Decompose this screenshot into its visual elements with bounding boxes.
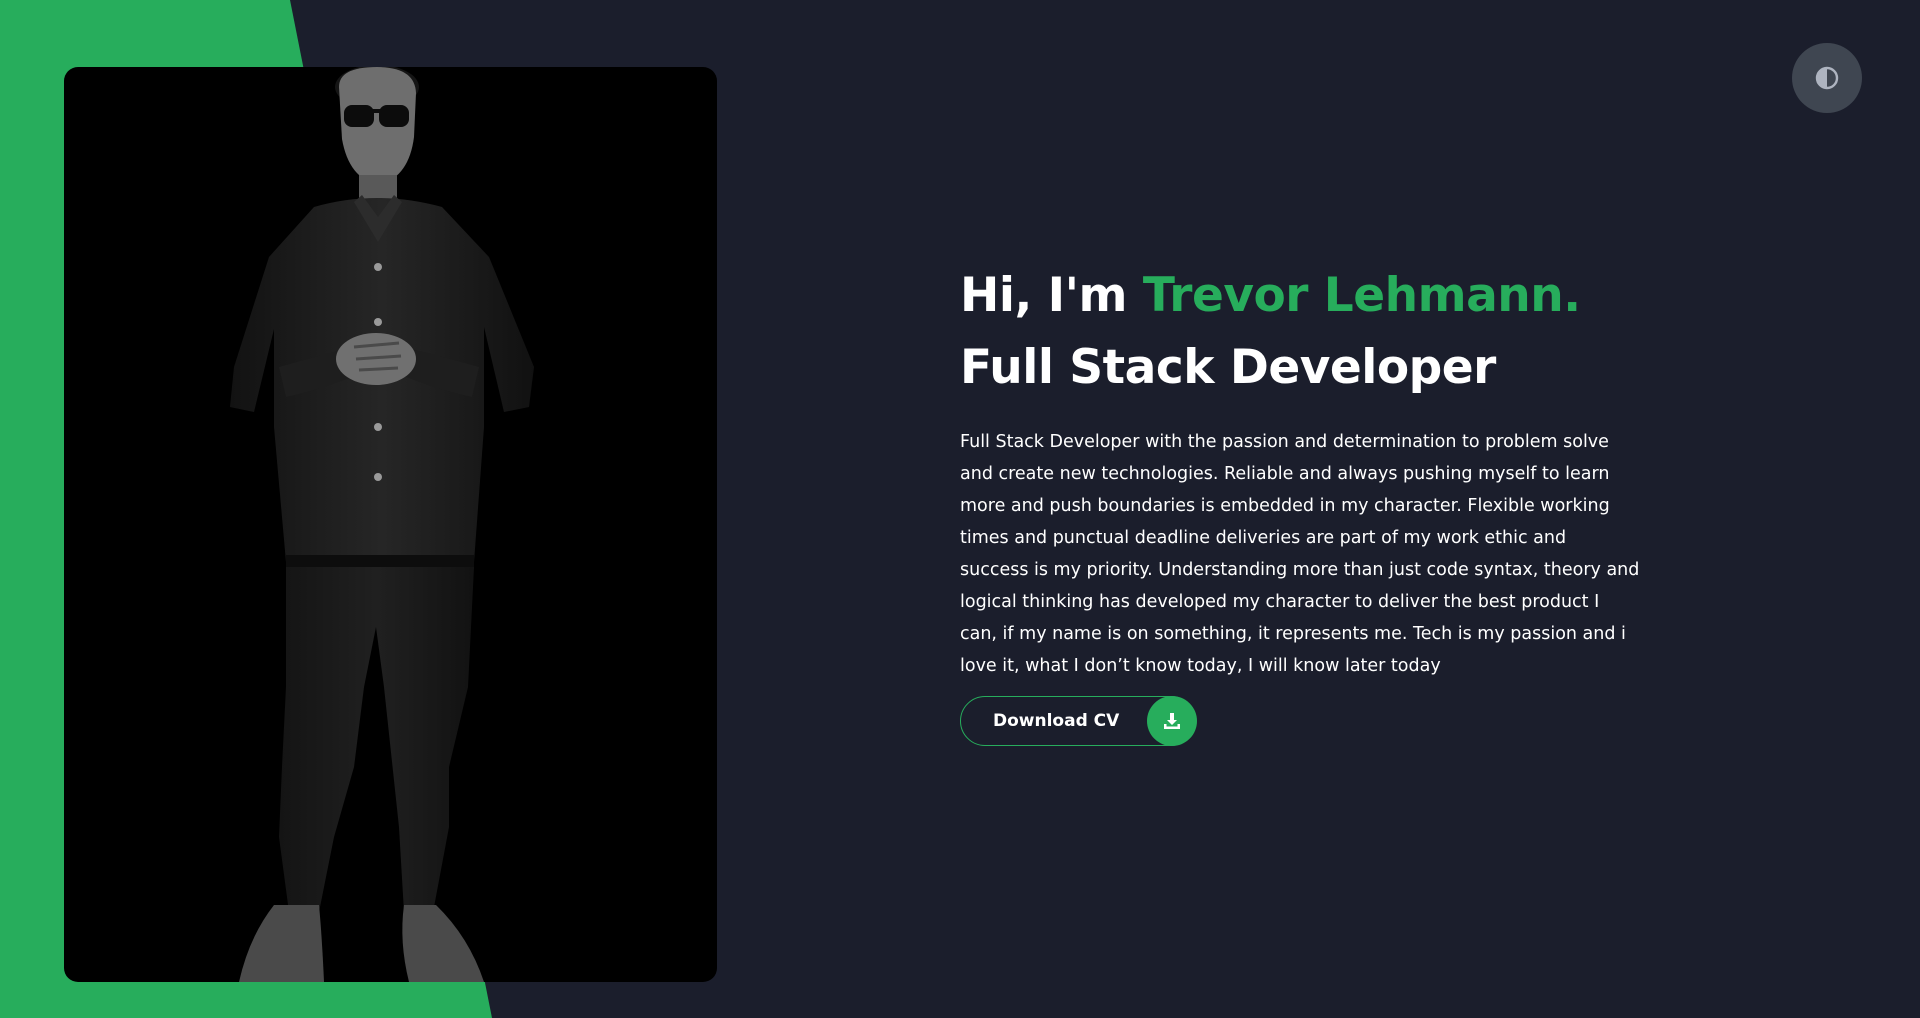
greeting-heading: Hi, I'm Trevor Lehmann.: [960, 260, 1640, 332]
hero-section: Hi, I'm Trevor Lehmann. Full Stack Devel…: [0, 0, 1920, 1018]
bio-paragraph: Full Stack Developer with the passion an…: [960, 432, 1640, 676]
contrast-icon: [1815, 66, 1839, 90]
name-highlight: Trevor Lehmann.: [1142, 268, 1581, 323]
role-heading: Full Stack Developer: [960, 340, 1496, 395]
download-cv-label: Download CV: [993, 711, 1120, 731]
portrait-figure: [230, 67, 534, 982]
download-icon: [1146, 696, 1197, 746]
theme-toggle-button[interactable]: [1792, 43, 1862, 113]
download-cv-button[interactable]: Download CV: [960, 696, 1197, 746]
greeting-text: Hi, I'm: [960, 268, 1143, 323]
intro-content: Hi, I'm Trevor Lehmann. Full Stack Devel…: [960, 260, 1640, 746]
download-arrow-icon: [1163, 713, 1180, 729]
portrait-photo: [64, 67, 717, 982]
